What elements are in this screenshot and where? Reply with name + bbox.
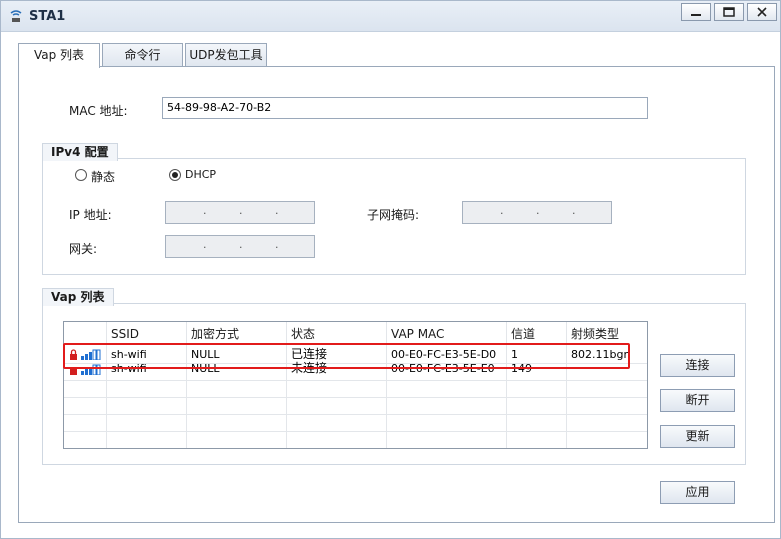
ssid-cell: sh-wifi [111, 362, 147, 375]
tab-label: 命令行 [124, 48, 161, 62]
col-vap-mac[interactable]: VAP MAC [391, 325, 444, 343]
table-row[interactable] [64, 397, 647, 415]
tab-label: UDP发包工具 [189, 48, 263, 62]
ip-dot: . [203, 238, 207, 251]
minimize-icon [691, 14, 701, 16]
sta1-window: STA1 Vap 列表 命令行 UDP发包工具 MAC 地址: 54-89-98… [0, 0, 781, 539]
connect-button[interactable]: 连接 [660, 354, 735, 377]
tab-label: Vap 列表 [33, 48, 85, 62]
ip-dot: . [275, 238, 279, 251]
table-row[interactable] [64, 380, 647, 398]
static-radio[interactable] [75, 169, 87, 181]
close-button[interactable] [747, 3, 777, 21]
vap-group-title: Vap 列表 [42, 288, 114, 306]
refresh-button[interactable]: 更新 [660, 425, 735, 448]
ip-dot: . [239, 204, 243, 217]
subnet-mask-field[interactable]: . . . [462, 201, 612, 224]
tab-command-line[interactable]: 命令行 [102, 43, 183, 67]
ip-address-field[interactable]: . . . [165, 201, 315, 224]
mask-label: 子网掩码: [367, 208, 420, 222]
gateway-field[interactable]: . . . [165, 235, 315, 258]
ip-dot: . [203, 204, 207, 217]
ipv4-group-title: IPv4 配置 [42, 143, 118, 161]
lock-signal-icon [70, 349, 101, 360]
apply-button[interactable]: 应用 [660, 481, 735, 504]
ip-dot: . [500, 204, 504, 217]
minimize-button[interactable] [681, 3, 711, 21]
static-label: 静态 [91, 170, 116, 184]
table-row[interactable] [64, 414, 647, 432]
ip-dot: . [275, 204, 279, 217]
table-row[interactable]: sh-wifi NULL 已连接 00-E0-FC-E3-5E-D0 1 802… [64, 346, 647, 364]
close-icon [757, 7, 767, 17]
ip-dot: . [239, 238, 243, 251]
mac-cell: 00-E0-FC-E3-5E-E0 [391, 362, 495, 375]
col-ssid[interactable]: SSID [111, 325, 139, 343]
channel-cell: 149 [511, 362, 532, 375]
station-app-icon [10, 10, 22, 22]
table-row[interactable] [64, 431, 647, 448]
gateway-label: 网关: [69, 242, 98, 256]
status-cell: 未连接 [291, 361, 328, 375]
ip-dot: . [536, 204, 540, 217]
ip-dot: . [572, 204, 576, 217]
mac-field[interactable]: 54-89-98-A2-70-B2 [162, 97, 648, 119]
dhcp-radio[interactable] [169, 169, 181, 181]
maximize-button[interactable] [714, 3, 744, 21]
tab-udp-tool[interactable]: UDP发包工具 [185, 43, 267, 67]
col-radio-type[interactable]: 射频类型 [571, 325, 619, 343]
tab-vap-list[interactable]: Vap 列表 [18, 43, 100, 68]
mac-label: MAC 地址: [69, 104, 128, 118]
window-title: STA1 [29, 9, 66, 24]
col-channel[interactable]: 信道 [511, 325, 535, 343]
col-encryption[interactable]: 加密方式 [191, 325, 239, 343]
ip-label: IP 地址: [69, 208, 112, 222]
table-row[interactable]: sh-wifi NULL 未连接 00-E0-FC-E3-5E-E0 149 [64, 361, 647, 381]
radio-cell: 802.11bgn [571, 348, 631, 361]
title-bar[interactable]: STA1 [1, 1, 780, 32]
dhcp-label: DHCP [185, 168, 217, 181]
vap-table[interactable]: SSID 加密方式 状态 VAP MAC 信道 射频类型 sh-wifi NUL… [63, 321, 648, 449]
lock-signal-icon [70, 364, 101, 375]
col-status[interactable]: 状态 [291, 325, 315, 343]
maximize-icon [723, 7, 735, 17]
disconnect-button[interactable]: 断开 [660, 389, 735, 412]
encryption-cell: NULL [191, 362, 220, 375]
